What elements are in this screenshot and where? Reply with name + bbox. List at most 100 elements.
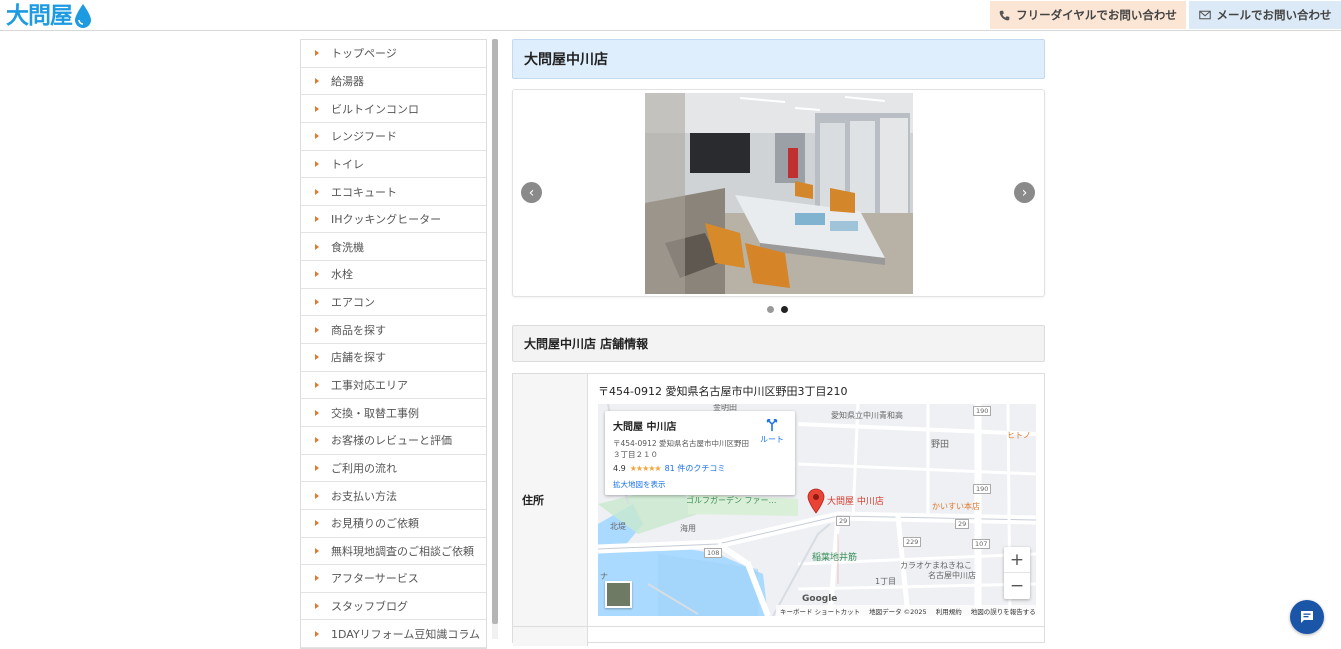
sidebar-item-label: 食洗機 bbox=[331, 240, 364, 254]
tel-contact-label: フリーダイヤルでお問い合わせ bbox=[1016, 8, 1177, 22]
map-shortcuts-link[interactable]: キーボード ショートカット bbox=[780, 606, 860, 616]
slider-prev-button[interactable]: ‹ bbox=[521, 182, 542, 203]
sidebar-item-aircon[interactable]: エアコン bbox=[301, 289, 486, 317]
caret-right-icon bbox=[315, 160, 319, 167]
caret-right-icon bbox=[315, 575, 319, 582]
google-map[interactable]: 金明田 愛知県立中川青和高 野田 ヒトノ ゴルフガーデン ファー… かいすい本店… bbox=[598, 404, 1036, 616]
map-zoom-controls: + − bbox=[1004, 547, 1030, 599]
sidebar-item-flow[interactable]: ご利用の流れ bbox=[301, 455, 486, 483]
map-zoom-out-button[interactable]: − bbox=[1004, 573, 1030, 599]
sidebar-item-work-examples[interactable]: 交換・取替工事例 bbox=[301, 399, 486, 427]
sidebar-item-toilet[interactable]: トイレ bbox=[301, 151, 486, 179]
sidebar-item-find-store[interactable]: 店舗を探す bbox=[301, 344, 486, 372]
caret-right-icon bbox=[315, 299, 319, 306]
sidebar-item-faucet[interactable]: 水栓 bbox=[301, 261, 486, 289]
map-data-credit: 地図データ ©2025 bbox=[869, 607, 927, 616]
map-pin-icon[interactable] bbox=[807, 488, 825, 514]
mail-contact-label: メールでお問い合わせ bbox=[1216, 8, 1332, 22]
sidebar-item-ih-heater[interactable]: IHクッキングヒーター bbox=[301, 206, 486, 234]
sidebar-item-label: 給湯器 bbox=[331, 74, 364, 88]
map-pin-label: 大問屋 中川店 bbox=[827, 497, 884, 507]
google-logo: Google bbox=[802, 594, 838, 604]
caret-right-icon bbox=[315, 464, 319, 471]
road-shield-29: 29 bbox=[836, 516, 851, 526]
address-label-cell: 住所 bbox=[513, 374, 588, 626]
caret-right-icon bbox=[315, 520, 319, 527]
sidebar-item-ecocute[interactable]: エコキュート bbox=[301, 178, 486, 206]
map-label-karaoke2: 名古屋中川店 bbox=[928, 571, 976, 580]
chat-button[interactable] bbox=[1290, 600, 1324, 634]
sidebar-item-range-hood[interactable]: レンジフード bbox=[301, 123, 486, 151]
sidebar-item-label: 交換・取替工事例 bbox=[331, 406, 419, 420]
sidebar-item-label: エコキュート bbox=[331, 185, 397, 199]
water-drop-icon bbox=[75, 4, 91, 28]
caret-right-icon bbox=[315, 216, 319, 223]
map-label-inaba: 稲葉地井筋 bbox=[812, 553, 858, 563]
map-route-button[interactable]: ルート bbox=[756, 418, 788, 445]
map-terms-link[interactable]: 利用規約 bbox=[936, 606, 962, 616]
sidebar-item-builtin-stove[interactable]: ビルトインコンロ bbox=[301, 95, 486, 123]
sidebar-item-dishwasher[interactable]: 食洗機 bbox=[301, 233, 486, 262]
map-label-hito: ヒトノ bbox=[1007, 431, 1031, 440]
slider-pagination bbox=[767, 306, 788, 313]
address-label: 住所 bbox=[522, 494, 544, 507]
sidebar-item-reviews[interactable]: お客様のレビューと評価 bbox=[301, 427, 486, 455]
sidebar-item-top[interactable]: トップページ bbox=[301, 40, 486, 68]
tel-contact-button[interactable]: フリーダイヤルでお問い合わせ bbox=[990, 1, 1186, 29]
map-label-noda: 野田 bbox=[931, 440, 950, 450]
road-shield-190: 190 bbox=[973, 406, 992, 416]
view-larger-map-link[interactable]: 拡大地図を表示 bbox=[613, 479, 787, 490]
sidebar-item-label: 工事対応エリア bbox=[331, 379, 408, 392]
slider-dot-2[interactable] bbox=[781, 306, 788, 313]
slider-next-button[interactable]: › bbox=[1014, 182, 1035, 203]
sidebar-item-label: ビルトインコンロ bbox=[331, 102, 419, 116]
sidebar-item-find-product[interactable]: 商品を探す bbox=[301, 316, 486, 345]
caret-right-icon bbox=[315, 382, 319, 388]
sidebar-item-label: ご利用の流れ bbox=[331, 461, 397, 475]
next-row-label-cell bbox=[513, 626, 588, 646]
sidebar-item-after-service[interactable]: アフターサービス bbox=[301, 565, 486, 593]
sidebar-item-staff-blog[interactable]: スタッフブログ bbox=[301, 593, 486, 621]
caret-right-icon bbox=[315, 547, 319, 554]
sidebar-item-label: お客様のレビューと評価 bbox=[331, 434, 452, 448]
caret-right-icon bbox=[315, 50, 319, 57]
sidebar-item-column[interactable]: 1DAYリフォーム豆知識コラム bbox=[301, 620, 486, 648]
sidebar-item-water-heater[interactable]: 給湯器 bbox=[301, 68, 486, 96]
sidebar-item-label: レンジフード bbox=[331, 130, 397, 144]
sidebar-item-estimate[interactable]: お見積りのご依頼 bbox=[301, 510, 486, 538]
sidebar-item-service-area[interactable]: 工事対応エリア bbox=[301, 372, 486, 400]
map-layer-thumbnail[interactable] bbox=[605, 581, 632, 608]
caret-right-icon bbox=[315, 188, 319, 195]
site-header: 大問屋 フリーダイヤルでお問い合わせ メールでお問い合わせ bbox=[0, 0, 1341, 31]
site-logo[interactable]: 大問屋 bbox=[6, 2, 92, 30]
caret-right-icon bbox=[315, 409, 319, 416]
road-shield-29b: 29 bbox=[955, 519, 970, 529]
road-shield-107: 107 bbox=[972, 539, 991, 549]
store-interior-image bbox=[645, 93, 913, 294]
slider-dot-1[interactable] bbox=[767, 306, 774, 313]
caret-right-icon bbox=[315, 271, 319, 278]
caret-right-icon bbox=[315, 243, 319, 250]
sidebar-scroll-thumb[interactable] bbox=[492, 39, 498, 624]
address-value: 〒454-0912 愛知県名古屋市中川区野田3丁目210 bbox=[598, 385, 848, 398]
caret-right-icon bbox=[315, 437, 319, 444]
caret-right-icon bbox=[315, 77, 319, 84]
sidebar-item-label: お見積りのご依頼 bbox=[331, 517, 419, 531]
map-label-kaiyo: 海用 bbox=[680, 524, 696, 533]
road-shield-190b: 190 bbox=[973, 484, 992, 494]
directions-icon bbox=[766, 418, 778, 432]
store-info-heading: 大問屋中川店 店舗情報 bbox=[512, 325, 1045, 362]
map-zoom-in-button[interactable]: + bbox=[1004, 547, 1030, 573]
sidebar-item-site-survey[interactable]: 無料現地調査のご相談ご依頼 bbox=[301, 538, 486, 566]
caret-right-icon bbox=[315, 105, 319, 112]
mail-contact-button[interactable]: メールでお問い合わせ bbox=[1189, 1, 1341, 29]
sidebar-item-payment[interactable]: お支払い方法 bbox=[301, 482, 486, 510]
map-card-reviews-link[interactable]: 81 件のクチコミ bbox=[665, 463, 726, 474]
sidebar-item-label: アフターサービス bbox=[331, 572, 419, 586]
next-row-value-cell bbox=[588, 626, 1044, 646]
map-report-link[interactable]: 地図の誤りを報告する bbox=[971, 606, 1036, 616]
map-label-school: 愛知県立中川青和高 bbox=[831, 411, 903, 420]
logo-text: 大問屋 bbox=[6, 3, 73, 29]
caret-right-icon bbox=[315, 354, 319, 361]
page-title-text: 大問屋中川店 bbox=[524, 52, 608, 68]
